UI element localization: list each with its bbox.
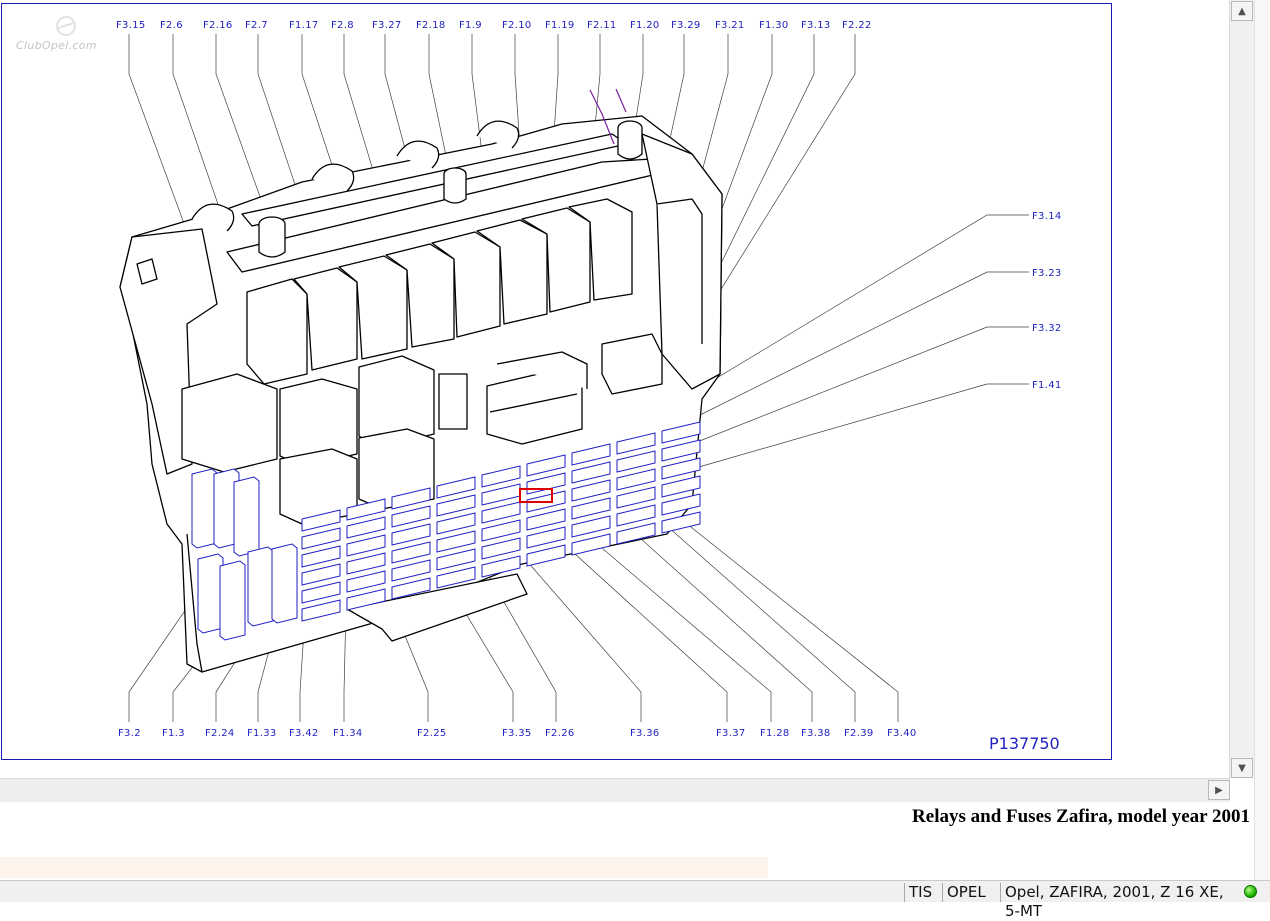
fuse-label-top: F2.22 [842,20,872,31]
fuse-label-bottom: F2.24 [205,728,235,739]
status-brand: OPEL [942,883,1000,902]
vertical-scrollbar[interactable]: ▲ ▼ [1229,0,1254,778]
diagram-frame: ClubOpel.com F3.15 F2.6 F2.16 F2.7 F1.17… [1,3,1112,760]
fuse-label-top: F1.9 [459,20,482,31]
fuse-label-bottom: F3.37 [716,728,746,739]
fuse-label-top: F3.13 [801,20,831,31]
leader-line [641,503,856,722]
fuse-label-bottom: F1.28 [760,728,790,739]
fuse-label-top: F1.20 [630,20,660,31]
fuse-label-bottom: F3.40 [887,728,917,739]
fuse-label-top: F2.11 [587,20,617,31]
scroll-right-arrow-icon[interactable]: ▶ [1208,780,1230,800]
page-title: Relays and Fuses Zafira, model year 2001 [912,806,1250,827]
status-vehicle: Opel, ZAFIRA, 2001, Z 16 XE, 5-MT [1000,883,1238,920]
fuse-block [197,553,224,634]
fuse-label-top: F2.18 [416,20,446,31]
diagram-viewport: ClubOpel.com F3.15 F2.6 F2.16 F2.7 F1.17… [0,0,1254,778]
leader-line [691,326,1029,445]
fuse-box-diagram: ClubOpel.com F3.15 F2.6 F2.16 F2.7 F1.17… [16,16,1062,753]
fuse-label-top: F2.6 [160,20,183,31]
fuse-label-bottom: F2.25 [417,728,447,739]
part-number: P137750 [989,734,1060,753]
fuse-label-bottom: F3.35 [502,728,532,739]
fuse-label-right: F3.23 [1032,268,1062,279]
leader-line [691,271,1029,420]
fuse-label-top: F2.8 [331,20,354,31]
fuse-label-top: F1.17 [289,20,319,31]
fuse-label-right: F3.32 [1032,323,1062,334]
fuse-label-bottom: F2.39 [844,728,874,739]
leader-line [661,503,899,722]
fuse-label-bottom: F3.36 [630,728,660,739]
fuse-label-top: F3.15 [116,20,146,31]
leader-line [691,383,1029,470]
fuse-label-right: F1.41 [1032,380,1062,391]
wire-purple-2 [615,88,627,113]
fuse-label-bottom: F1.33 [247,728,277,739]
window-edge [1254,0,1270,880]
fuse-label-bottom: F2.26 [545,728,575,739]
fuse-label-bottom: F3.42 [289,728,319,739]
fuse-block [191,468,218,549]
fuse-block [247,546,274,627]
leader-line [511,543,642,722]
fuse-label-bottom: F1.3 [162,728,185,739]
fuse-label-top: F2.7 [245,20,268,31]
horizontal-scrollbar[interactable]: ▶ [0,778,1230,802]
fuse-label-top: F3.21 [715,20,745,31]
fuse-label-top: F1.30 [759,20,789,31]
fuse-label-top: F3.27 [372,20,402,31]
fuse-label-top: F2.16 [203,20,233,31]
status-led-icon [1244,885,1257,898]
watermark-logo [56,16,76,36]
watermark-text: ClubOpel.com [16,39,97,52]
fuse-label-bottom: F3.2 [118,728,141,739]
leader-line [681,214,1029,400]
fuse-label-bottom: F3.38 [801,728,831,739]
content-footer-band [0,857,768,878]
fuse-label-top: F3.29 [671,20,701,31]
status-bar: TIS OPEL Opel, ZAFIRA, 2001, Z 16 XE, 5-… [0,880,1270,920]
fuse-block [233,476,260,557]
fuse-label-top: F1.19 [545,20,575,31]
fuse-label-top: F2.10 [502,20,532,31]
fuse-block [219,560,246,641]
status-app: TIS [904,883,942,902]
fuse-label-right: F3.14 [1032,211,1062,222]
scroll-down-arrow-icon[interactable]: ▼ [1231,758,1253,778]
fuse-label-bottom: F1.34 [333,728,363,739]
fuse-block [271,543,298,624]
scroll-up-arrow-icon[interactable]: ▲ [1231,1,1253,21]
